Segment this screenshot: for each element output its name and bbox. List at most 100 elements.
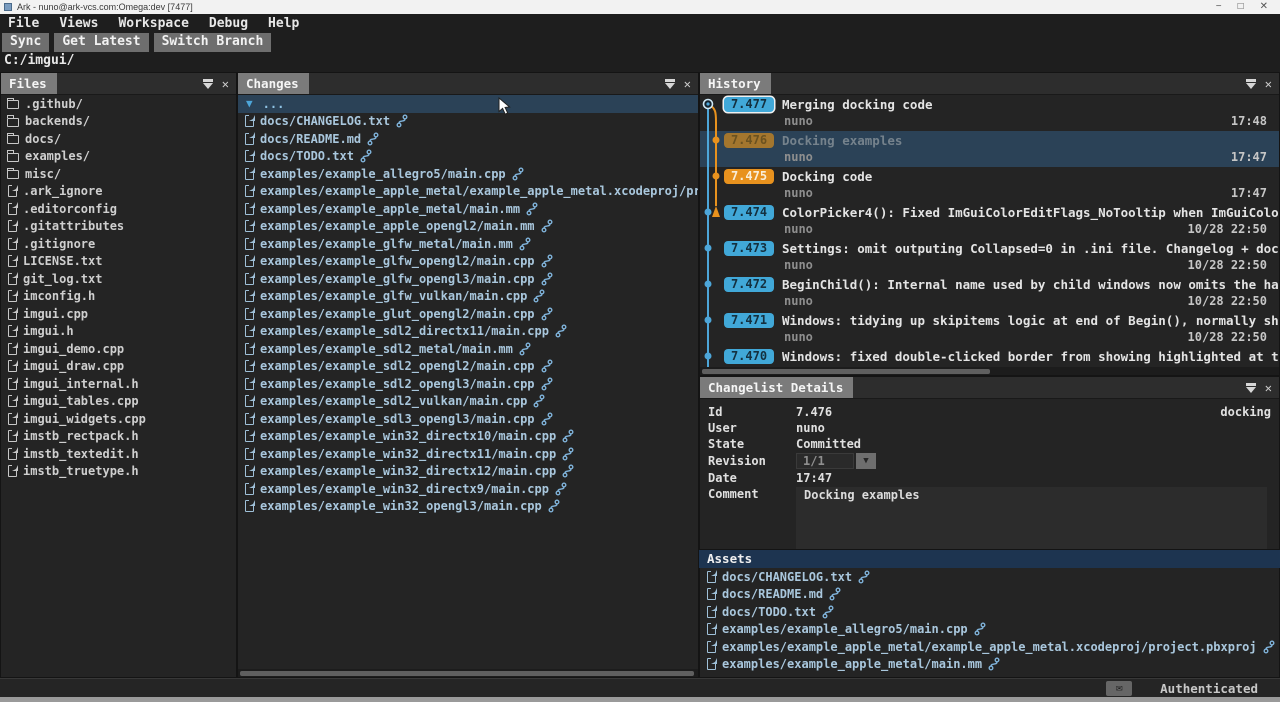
revision-dropdown-icon[interactable]: ▼ [856,453,876,469]
file-tree-item[interactable]: imgui_demo.cpp [1,340,236,358]
changed-file-row[interactable]: examples/example_sdl2_directx11/main.cpp [238,323,698,341]
file-tree-item[interactable]: imgui_draw.cpp [1,358,236,376]
file-tree-item[interactable]: imstb_rectpack.h [1,428,236,446]
comment-value[interactable]: Docking examples [796,487,1267,549]
file-tree-item[interactable]: imgui.h [1,323,236,341]
file-tree-item[interactable]: imgui_internal.h [1,375,236,393]
changed-file-row[interactable]: examples/example_glfw_opengl2/main.cpp [238,253,698,271]
file-tree-item[interactable]: imstb_truetype.h [1,463,236,481]
changed-file-row[interactable]: examples/example_apple_opengl2/main.mm [238,218,698,236]
changed-file-row[interactable]: examples/example_sdl2_opengl2/main.cpp [238,358,698,376]
file-tree-item[interactable]: imgui_tables.cpp [1,393,236,411]
menu-item[interactable]: Views [59,16,98,31]
user-label: User [700,421,796,435]
history-commit-row[interactable]: 7.477 Merging docking code nuno 17:48 [700,95,1279,131]
changed-file-row[interactable]: examples/example_apple_metal/main.mm [238,200,698,218]
asset-file-row[interactable]: examples/example_allegro5/main.cpp [700,621,1279,639]
toolbar-button[interactable]: Sync [2,33,49,52]
file-tree-item[interactable]: misc/ [1,165,236,183]
history-commit-row[interactable]: 7.475 Docking code nuno 17:47 [700,167,1279,203]
mail-icon[interactable]: ✉ [1106,681,1132,696]
file-tree-item[interactable]: git_log.txt [1,270,236,288]
changed-file-row[interactable]: docs/TODO.txt [238,148,698,166]
changed-file-row[interactable]: examples/example_win32_directx10/main.cp… [238,428,698,446]
minimize-icon[interactable]: − [1216,2,1222,12]
asset-file-row[interactable]: docs/CHANGELOG.txt [700,568,1279,586]
changed-file-row[interactable]: examples/example_apple_metal/example_app… [238,183,698,201]
menu-item[interactable]: File [8,16,39,31]
filter-icon[interactable] [1245,382,1257,393]
chevron-down-icon[interactable]: ▼ [246,97,253,110]
file-icon [245,465,254,477]
file-tree-item[interactable]: imstb_textedit.h [1,445,236,463]
asset-file-row[interactable]: examples/example_apple_metal/main.mm [700,656,1279,674]
menu-item[interactable]: Help [268,16,299,31]
file-tree-item[interactable]: .ark_ignore [1,183,236,201]
file-tree-item[interactable]: imgui_widgets.cpp [1,410,236,428]
changed-file-row[interactable]: examples/example_sdl3_opengl3/main.cpp [238,410,698,428]
changed-file-row[interactable]: examples/example_win32_directx12/main.cp… [238,463,698,481]
revision-value[interactable]: 1/1 [796,453,854,469]
close-icon[interactable]: ✕ [1260,2,1268,12]
asset-file-row[interactable]: docs/README.md [700,586,1279,604]
history-commit-row[interactable]: 7.470 Windows: fixed double-clicked bord… [700,347,1279,367]
asset-file-row[interactable]: examples/example_apple_metal/example_app… [700,638,1279,656]
changed-file-row[interactable]: examples/example_win32_directx11/main.cp… [238,445,698,463]
toolbar-button[interactable]: Switch Branch [154,33,272,52]
branch-icon [541,359,553,373]
file-tree-item[interactable]: docs/ [1,130,236,148]
changed-file-row[interactable]: docs/README.md [238,130,698,148]
toolbar-button[interactable]: Get Latest [54,33,148,52]
history-commit-row[interactable]: 7.471 Windows: tidying up skipitems logi… [700,311,1279,347]
horizontal-scrollbar[interactable] [700,367,1279,375]
file-tree-item[interactable]: .gitignore [1,235,236,253]
file-tree-item[interactable]: imconfig.h [1,288,236,306]
filter-icon[interactable] [1245,78,1257,89]
file-tree-item[interactable]: examples/ [1,148,236,166]
filter-icon[interactable] [664,78,676,89]
panel-close-icon[interactable]: ✕ [1265,382,1272,394]
changed-file-row[interactable]: examples/example_sdl2_opengl3/main.cpp [238,375,698,393]
changed-file-row[interactable]: examples/example_glfw_metal/main.mm [238,235,698,253]
file-tree-item[interactable]: imgui.cpp [1,305,236,323]
changed-file-row[interactable]: examples/example_win32_directx9/main.cpp [238,480,698,498]
maximize-icon[interactable]: □ [1238,2,1244,12]
horizontal-scrollbar[interactable] [238,669,698,677]
changed-file-row[interactable]: examples/example_glfw_vulkan/main.cpp [238,288,698,306]
file-tree-item[interactable]: .github/ [1,95,236,113]
menu-item[interactable]: Workspace [118,16,188,31]
history-commit-row[interactable]: 7.472 BeginChild(): Internal name used b… [700,275,1279,311]
history-commit-row[interactable]: 7.476 Docking examples nuno 17:47 [700,131,1279,167]
file-icon [245,395,254,407]
changed-file-row[interactable]: examples/example_allegro5/main.cpp [238,165,698,183]
file-tree-item[interactable]: .editorconfig [1,200,236,218]
panel-close-icon[interactable]: ✕ [684,78,691,90]
changed-file-row[interactable]: examples/example_glut_opengl2/main.cpp [238,305,698,323]
file-icon [707,606,716,618]
asset-file-row[interactable]: docs/TODO.txt [700,603,1279,621]
changed-file-row[interactable]: examples/example_glfw_opengl3/main.cpp [238,270,698,288]
changed-file-row[interactable]: examples/example_sdl2_vulkan/main.cpp [238,393,698,411]
scrollbar-thumb[interactable] [702,369,990,374]
changed-file-row[interactable]: examples/example_win32_opengl3/main.cpp [238,498,698,516]
panel-close-icon[interactable]: ✕ [1265,78,1272,90]
scrollbar-thumb[interactable] [240,671,694,676]
file-name: imgui_demo.cpp [23,342,124,356]
menu-item[interactable]: Debug [209,16,248,31]
file-tree-item[interactable]: .gitattributes [1,218,236,236]
history-commit-row[interactable]: 7.473 Settings: omit outputing Collapsed… [700,239,1279,275]
file-tree-item[interactable]: LICENSE.txt [1,253,236,271]
changes-root-row[interactable]: ▼ ... [238,95,698,113]
history-commit-row[interactable]: 7.474 ColorPicker4(): Fixed ImGuiColorEd… [700,203,1279,239]
tab-files[interactable]: Files [1,73,57,94]
filter-icon[interactable] [202,78,214,89]
path-bar[interactable]: C:/imgui/ [0,52,1280,72]
tab-history[interactable]: History [700,73,771,94]
changed-file-row[interactable]: docs/CHANGELOG.txt [238,113,698,131]
tab-changelist-details[interactable]: Changelist Details [700,377,853,398]
tab-changes[interactable]: Changes [238,73,309,94]
file-tree-item[interactable]: backends/ [1,113,236,131]
changed-file-row[interactable]: examples/example_sdl2_metal/main.mm [238,340,698,358]
panel-close-icon[interactable]: ✕ [222,78,229,90]
file-icon [245,238,254,250]
